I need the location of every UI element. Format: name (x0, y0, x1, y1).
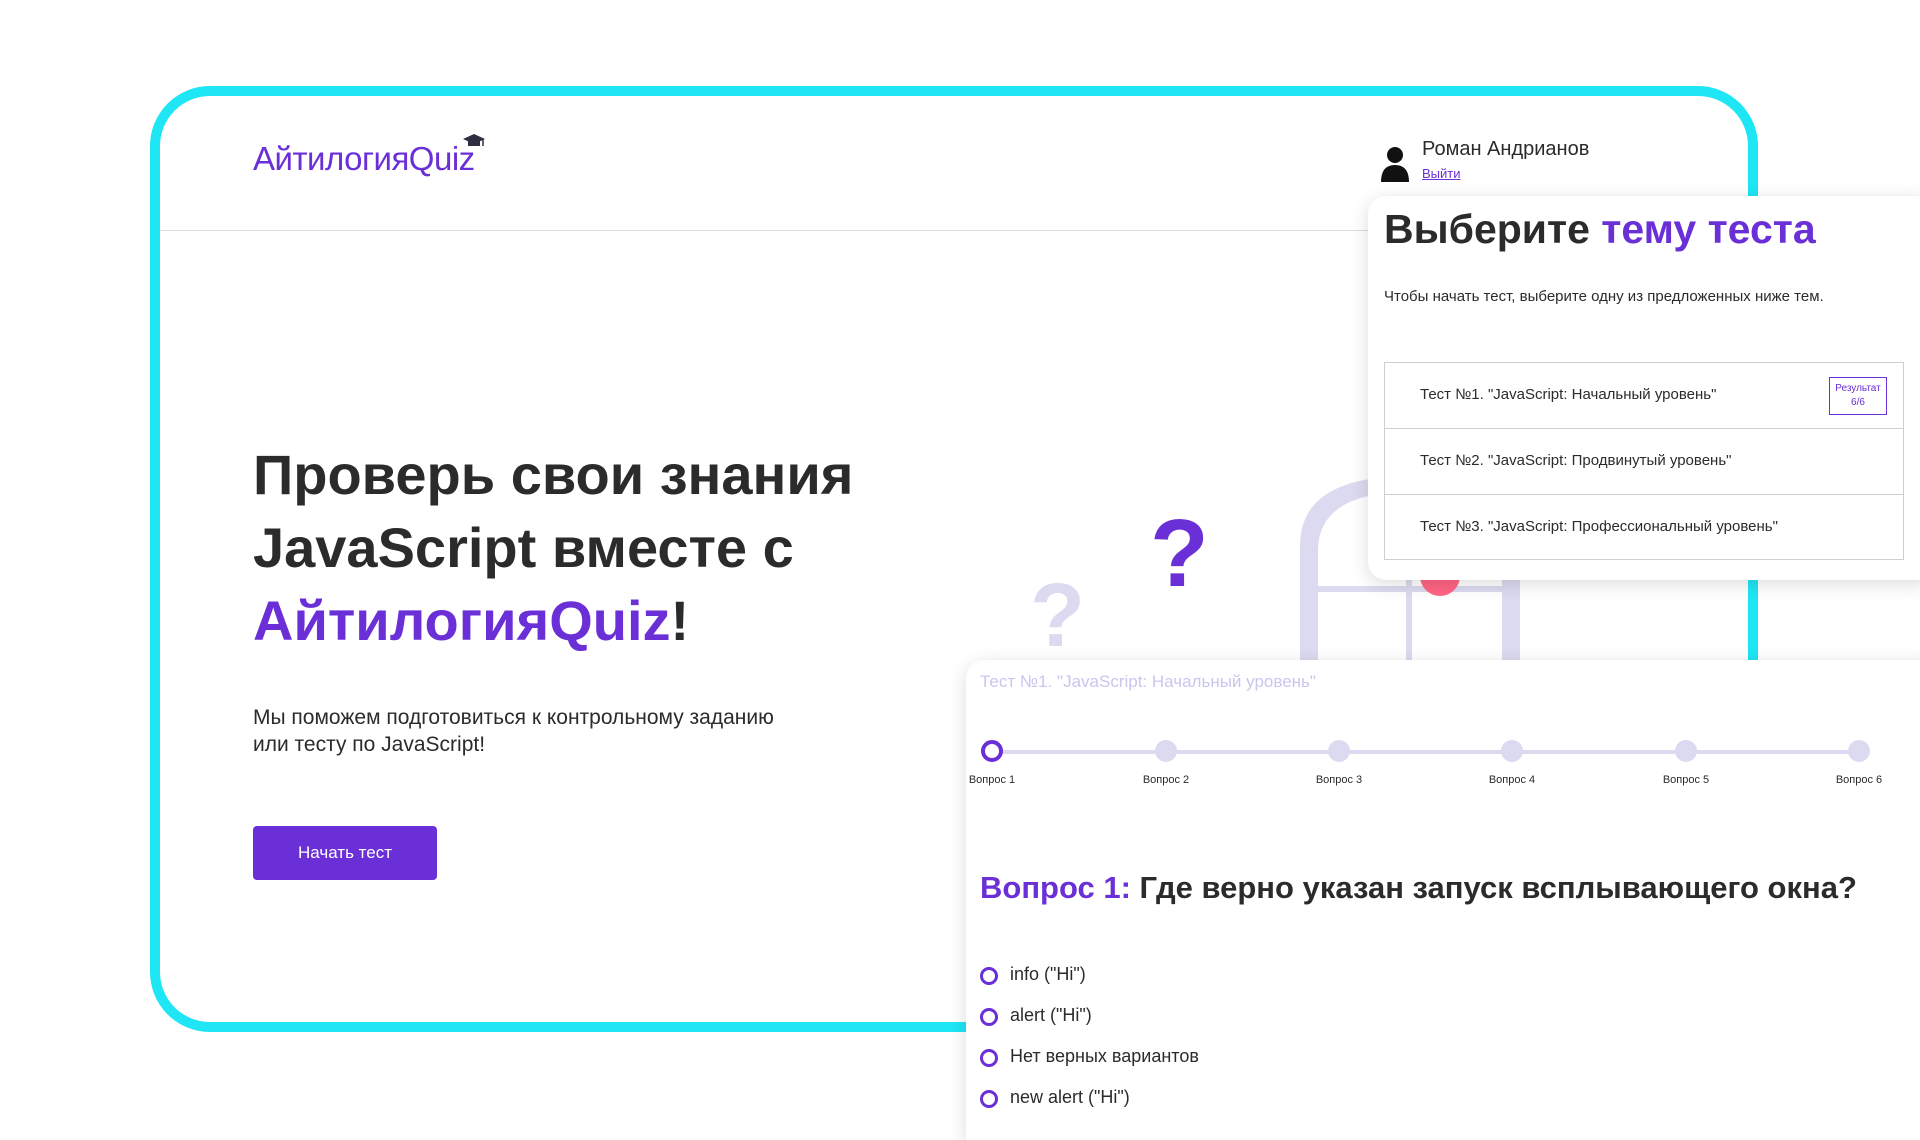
test-item-label: Тест №1. "JavaScript: Начальный уровень" (1420, 386, 1717, 403)
progress-step-dot (1675, 740, 1697, 762)
radio-button[interactable] (980, 967, 998, 985)
hero-title-line1: Проверь свои знания (253, 443, 854, 506)
question-mark-icon: ? (1030, 566, 1085, 666)
progress-step-label: Вопрос 3 (1315, 774, 1363, 786)
progress-step-label: Вопрос 4 (1488, 774, 1536, 786)
test-item[interactable]: Тест №2. "JavaScript: Продвинутый уровен… (1384, 428, 1904, 494)
question-number: Вопрос 1: (980, 870, 1131, 905)
progress-step[interactable]: Вопрос 2 (1131, 740, 1201, 786)
progress-step[interactable]: Вопрос 1 (957, 740, 1027, 786)
question-mark-icon: ? (1150, 500, 1209, 607)
progress-step-dot (1501, 740, 1523, 762)
logout-link[interactable]: Выйти (1422, 166, 1461, 181)
user-name: Роман Андрианов (1422, 138, 1590, 160)
progress-step-label: Вопрос 6 (1835, 774, 1883, 786)
topic-title-accent: тему теста (1601, 206, 1816, 252)
logo[interactable]: АйтилогияQuiz (253, 134, 485, 178)
test-item[interactable]: Тест №3. "JavaScript: Профессиональный у… (1384, 494, 1904, 560)
progress-line (992, 750, 1862, 754)
user-avatar-icon (1381, 147, 1409, 182)
progress-step[interactable]: Вопрос 4 (1477, 740, 1547, 786)
topic-title: Выберите тему теста (1384, 206, 1816, 253)
hero-subtitle: Мы поможем подготовиться к контрольному … (253, 706, 774, 756)
question-progress: Вопрос 1 Вопрос 2 Вопрос 3 Вопрос 4 Вопр… (969, 740, 1882, 800)
progress-step-dot (981, 740, 1003, 762)
test-item-label: Тест №2. "JavaScript: Продвинутый уровен… (1420, 452, 1732, 469)
graduation-cap-icon (462, 134, 485, 146)
result-badge-label: Результат (1835, 383, 1881, 394)
answer-label: Нет верных вариантов (1010, 1046, 1199, 1066)
test-list: Тест №1. "JavaScript: Начальный уровень"… (1384, 362, 1904, 560)
result-badge-value: 6/6 (1851, 397, 1865, 408)
answer-label: alert ("Hi") (1010, 1005, 1092, 1025)
logo-text: АйтилогияQuiz (253, 140, 475, 177)
radio-button[interactable] (980, 1090, 998, 1108)
radio-button[interactable] (980, 1049, 998, 1067)
result-badge: Результат 6/6 (1829, 377, 1887, 415)
progress-step[interactable]: Вопрос 6 (1824, 740, 1894, 786)
progress-step-label: Вопрос 1 (968, 774, 1016, 786)
quiz-test-title: Тест №1. "JavaScript: Начальный уровень" (980, 672, 1316, 691)
progress-step-label: Вопрос 5 (1662, 774, 1710, 786)
question-title: Вопрос 1: Где верно указан запуск всплыв… (980, 870, 1857, 906)
answer-label: info ("Hi") (1010, 964, 1086, 984)
topic-title-plain: Выберите (1384, 206, 1602, 252)
topic-selection-card: Выберите тему теста Чтобы начать тест, в… (1368, 196, 1920, 580)
start-test-button[interactable]: Начать тест (253, 826, 437, 880)
progress-step-dot (1328, 740, 1350, 762)
test-item-label: Тест №3. "JavaScript: Профессиональный у… (1420, 518, 1778, 535)
question-card: Тест №1. "JavaScript: Начальный уровень"… (966, 660, 1920, 1140)
answer-label: new alert ("Hi") (1010, 1087, 1130, 1107)
progress-step-dot (1848, 740, 1870, 762)
test-item[interactable]: Тест №1. "JavaScript: Начальный уровень"… (1384, 362, 1904, 428)
progress-step[interactable]: Вопрос 5 (1651, 740, 1721, 786)
hero-title-accent: АйтилогияQuiz (253, 589, 671, 652)
progress-step-label: Вопрос 2 (1142, 774, 1190, 786)
progress-step-dot (1155, 740, 1177, 762)
question-text: Где верно указан запуск всплывающего окн… (1130, 870, 1857, 905)
progress-step[interactable]: Вопрос 3 (1304, 740, 1374, 786)
hero-title-line2: JavaScript вместе с (253, 516, 794, 579)
hero-title-end: ! (670, 589, 690, 652)
hero-title: Проверь свои знания JavaScript вместе с … (253, 438, 953, 657)
radio-button[interactable] (980, 1008, 998, 1026)
topic-description: Чтобы начать тест, выберите одну из пред… (1384, 288, 1824, 305)
